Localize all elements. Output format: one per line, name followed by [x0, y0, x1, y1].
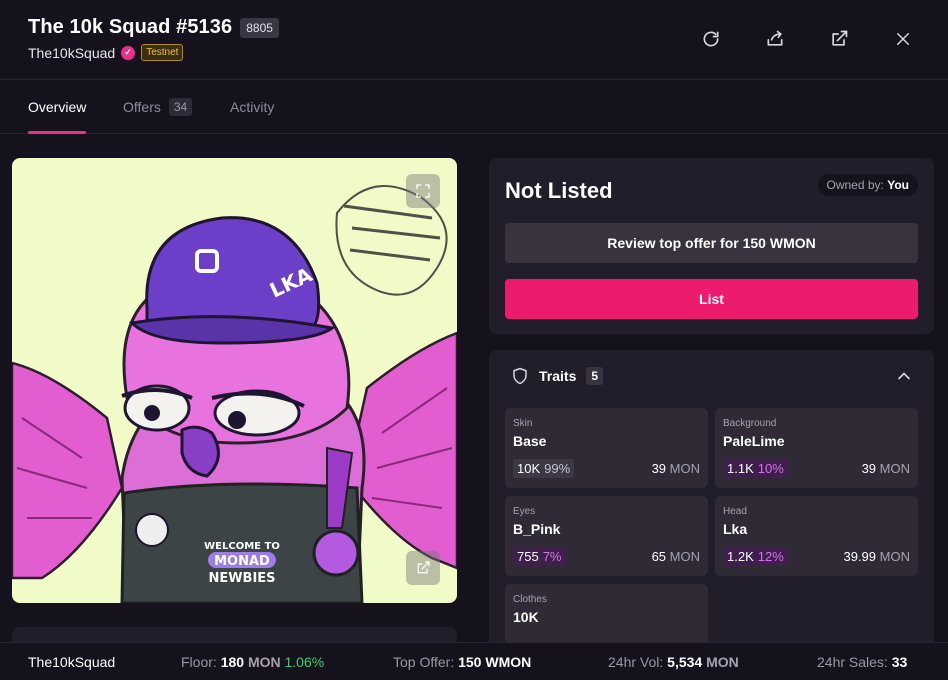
svg-text:MONAD: MONAD — [214, 554, 270, 569]
external-link-icon — [417, 561, 430, 574]
fullscreen-button[interactable] — [406, 174, 440, 208]
trait-card-background[interactable]: Background PaleLime 1.1K 10% 39 MON — [715, 408, 918, 488]
trait-type: Head — [723, 506, 747, 517]
tab-label: Activity — [230, 99, 275, 115]
item-title: The 10k Squad #5136 — [28, 16, 233, 38]
top-offer-stat: Top Offer: 150 WMON — [393, 654, 532, 670]
trait-floor: 39 MON — [861, 461, 910, 476]
tab-bar: Overview Offers 34 Activity — [0, 80, 948, 134]
traits-header[interactable]: Traits 5 — [511, 367, 604, 385]
token-id-badge: 8805 — [240, 17, 279, 38]
traits-panel: Traits 5 Skin Base 10K 99% 39 MON Backgr… — [489, 350, 934, 664]
listing-panel: Not Listed Owned by: You Review top offe… — [489, 158, 934, 334]
trait-percent: 10% — [757, 461, 784, 476]
trait-type: Clothes — [513, 594, 547, 605]
sales-stat: 24hr Sales: 33 — [817, 654, 908, 670]
nft-artwork: LKA WELCOME TO MONAD NEWBIES — [12, 158, 457, 603]
verified-icon: ✓ — [121, 45, 136, 60]
collection-row: The10kSquad ✓ Testnet — [28, 44, 184, 61]
svg-text:WELCOME TO: WELCOME TO — [204, 541, 280, 552]
trait-type: Eyes — [513, 506, 536, 517]
trait-value: Base — [513, 433, 547, 449]
item-header: The 10k Squad #5136 8805 The10kSquad ✓ T… — [0, 0, 948, 80]
trait-card-head[interactable]: Head Lka 1.2K 12% 39.99 MON — [715, 496, 918, 576]
trait-type: Background — [723, 418, 777, 429]
tab-activity[interactable]: Activity — [230, 80, 274, 134]
trait-rarity: 755 7% — [513, 547, 566, 566]
chevron-up-icon[interactable] — [894, 366, 914, 386]
trait-percent: 99% — [544, 461, 571, 476]
share-icon[interactable] — [764, 28, 786, 50]
footer-collection-name[interactable]: The10kSquad — [28, 654, 115, 670]
trait-count: 1.2K — [727, 549, 754, 564]
refresh-icon[interactable] — [700, 28, 722, 50]
collection-link[interactable]: The10kSquad — [28, 45, 115, 61]
expand-icon — [416, 184, 430, 198]
trait-floor: 39.99 MON — [843, 549, 910, 564]
traits-title: Traits — [539, 368, 577, 384]
close-icon[interactable] — [892, 28, 914, 50]
trait-value: PaleLime — [723, 433, 785, 449]
trait-value: Lka — [723, 521, 748, 537]
open-image-button[interactable] — [406, 551, 440, 585]
trait-percent: 12% — [757, 549, 784, 564]
floor-stat: Floor: 180 MON 1.06% — [181, 654, 325, 670]
trait-rarity: 1.1K 10% — [723, 459, 788, 478]
trait-floor: 39 MON — [651, 461, 700, 476]
tab-overview[interactable]: Overview — [28, 80, 87, 134]
header-actions — [700, 28, 914, 50]
list-button[interactable]: List — [505, 279, 918, 319]
external-link-icon[interactable] — [828, 28, 850, 50]
owner-badge: Owned by: You — [817, 174, 918, 196]
tab-label: Overview — [28, 99, 87, 115]
nft-illustration: LKA WELCOME TO MONAD NEWBIES — [12, 185, 457, 603]
trait-count: 755 — [517, 549, 539, 564]
tab-offers[interactable]: Offers 34 — [123, 80, 193, 134]
owner-value: You — [887, 178, 909, 192]
volume-stat: 24hr Vol: 5,534 MON — [608, 654, 739, 670]
review-offer-button[interactable]: Review top offer for 150 WMON — [505, 223, 918, 263]
testnet-badge: Testnet — [141, 44, 184, 61]
trait-value: B_Pink — [513, 521, 561, 537]
title-row: The 10k Squad #5136 8805 — [28, 16, 279, 39]
trait-card-eyes[interactable]: Eyes B_Pink 755 7% 65 MON — [505, 496, 708, 576]
trait-card-skin[interactable]: Skin Base 10K 99% 39 MON — [505, 408, 708, 488]
trait-count: 1.1K — [727, 461, 754, 476]
collection-stats-bar: The10kSquad Floor: 180 MON 1.06% Top Off… — [0, 642, 948, 680]
owner-label: Owned by: — [826, 178, 884, 192]
traits-count-badge: 5 — [586, 367, 604, 385]
trait-floor: 65 MON — [651, 549, 700, 564]
offers-count-badge: 34 — [168, 98, 193, 116]
svg-text:NEWBIES: NEWBIES — [208, 571, 275, 586]
trait-value: 10K — [513, 609, 539, 625]
trait-count: 10K — [517, 461, 541, 476]
listing-status: Not Listed — [505, 178, 613, 203]
trait-type: Skin — [513, 418, 533, 429]
tab-label: Offers — [123, 99, 161, 115]
trait-rarity: 1.2K 12% — [723, 547, 788, 566]
trait-percent: 7% — [542, 549, 562, 564]
trait-rarity: 10K 99% — [513, 459, 575, 478]
shield-icon — [513, 367, 527, 385]
